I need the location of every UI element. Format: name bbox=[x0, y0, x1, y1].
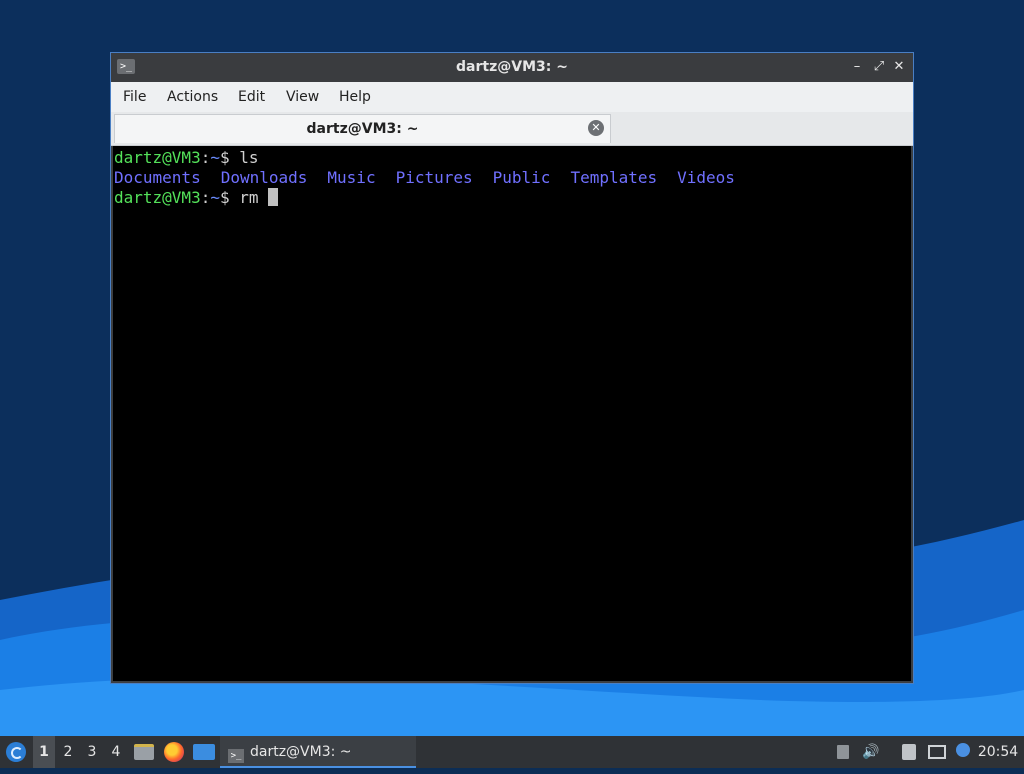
network-icon bbox=[928, 745, 946, 759]
show-desktop-icon bbox=[193, 744, 215, 760]
menu-bar: File Actions Edit View Help bbox=[111, 82, 913, 112]
clock[interactable]: 20:54 bbox=[976, 736, 1020, 768]
tab-title: dartz@VM3: ~ bbox=[306, 121, 419, 137]
terminal-window[interactable]: >_ dartz@VM3: ~ – ⤢ ✕ File Actions Edit … bbox=[110, 52, 914, 684]
terminal-line-3: dartz@VM3:~$ rm bbox=[114, 188, 910, 208]
dir-entry: Videos bbox=[677, 168, 735, 187]
network-tray[interactable] bbox=[926, 736, 948, 768]
terminal-line-2: Documents Downloads Music Pictures Public Tem… bbox=[114, 168, 910, 188]
dir-entry: Music bbox=[327, 168, 376, 187]
clipboard-tray[interactable] bbox=[898, 736, 920, 768]
menu-file[interactable]: File bbox=[123, 89, 146, 105]
menu-actions[interactable]: Actions bbox=[167, 89, 218, 105]
workspace-4[interactable]: 4 bbox=[105, 736, 127, 768]
window-titlebar[interactable]: >_ dartz@VM3: ~ – ⤢ ✕ bbox=[111, 53, 913, 82]
terminal-output[interactable]: dartz@VM3:~$ ls Documents Downloads Music P… bbox=[113, 146, 911, 681]
taskbar-task-terminal[interactable]: >_ dartz@VM3: ~ bbox=[220, 736, 416, 768]
lubuntu-logo-icon bbox=[6, 742, 26, 762]
dir-entry: Public bbox=[492, 168, 551, 187]
dir-entry: Pictures bbox=[395, 168, 473, 187]
menu-edit[interactable]: Edit bbox=[238, 89, 265, 105]
workspace-3[interactable]: 3 bbox=[81, 736, 103, 768]
tab-terminal[interactable]: dartz@VM3: ~ ✕ bbox=[114, 114, 611, 143]
command-text: rm bbox=[229, 188, 269, 207]
taskbar: 1 2 3 4 >_ dartz@VM3: ~ 🔊 20:54 bbox=[0, 736, 1024, 768]
updates-tray[interactable] bbox=[832, 736, 854, 768]
info-icon bbox=[956, 743, 970, 757]
notification-tray[interactable] bbox=[952, 736, 974, 768]
dir-entry: Templates bbox=[570, 168, 658, 187]
task-label: dartz@VM3: ~ bbox=[250, 744, 352, 760]
prompt-path: ~ bbox=[210, 148, 220, 167]
dir-entry: Downloads bbox=[220, 168, 308, 187]
file-manager-icon bbox=[134, 744, 154, 760]
updates-icon bbox=[837, 745, 849, 759]
prompt-separator: : bbox=[200, 188, 211, 207]
close-icon[interactable]: ✕ bbox=[588, 120, 604, 136]
clipboard-icon bbox=[902, 744, 916, 760]
text-cursor bbox=[268, 188, 279, 206]
show-desktop-launcher[interactable] bbox=[191, 736, 217, 768]
prompt-symbol: $ bbox=[219, 148, 230, 167]
workspace-1[interactable]: 1 bbox=[33, 736, 55, 768]
prompt-user: dartz@VM3 bbox=[114, 188, 201, 207]
file-manager-launcher[interactable] bbox=[131, 736, 157, 768]
window-title: dartz@VM3: ~ bbox=[456, 59, 568, 75]
command-text: ls bbox=[229, 148, 259, 167]
terminal-icon: >_ bbox=[228, 749, 244, 763]
dir-entry: Documents bbox=[114, 168, 201, 187]
tab-bar: dartz@VM3: ~ ✕ bbox=[111, 112, 913, 146]
maximize-button[interactable]: ⤢ bbox=[869, 57, 889, 77]
firefox-launcher[interactable] bbox=[161, 736, 187, 768]
prompt-separator: : bbox=[200, 148, 211, 167]
minimize-button[interactable]: – bbox=[847, 57, 867, 77]
firefox-icon bbox=[164, 742, 184, 762]
prompt-symbol: $ bbox=[219, 188, 230, 207]
menu-view[interactable]: View bbox=[286, 89, 319, 105]
start-menu-button[interactable] bbox=[3, 736, 29, 768]
close-button[interactable]: ✕ bbox=[889, 57, 909, 77]
terminal-line-1: dartz@VM3:~$ ls bbox=[114, 148, 910, 168]
workspace-2[interactable]: 2 bbox=[57, 736, 79, 768]
volume-tray[interactable]: 🔊 bbox=[860, 736, 882, 768]
prompt-user: dartz@VM3 bbox=[114, 148, 201, 167]
menu-help[interactable]: Help bbox=[339, 89, 371, 105]
prompt-path: ~ bbox=[210, 188, 220, 207]
